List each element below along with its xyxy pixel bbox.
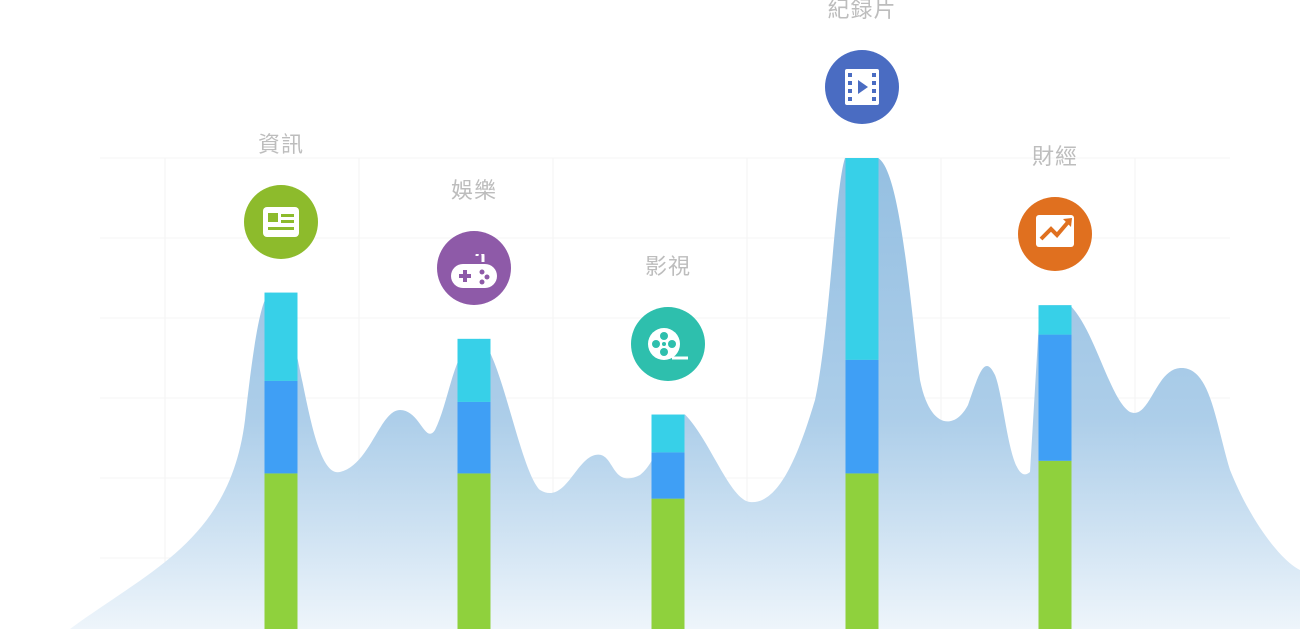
bar-segment-2 — [457, 401, 491, 474]
bar-segment-3 — [264, 292, 298, 381]
bar-segment-1 — [845, 473, 879, 629]
bar-segment-2 — [264, 380, 298, 474]
bar-segment-3 — [845, 158, 879, 360]
category-label: 影視 — [644, 254, 692, 280]
category-label: 資訊 — [257, 132, 305, 158]
bar-segment-1 — [457, 473, 491, 629]
bar-segment-2 — [845, 359, 879, 474]
video-icon — [825, 50, 899, 124]
chart-stage: 資訊娛樂影視 紀録片財經 — [0, 0, 1300, 629]
gamepad-icon — [437, 230, 511, 305]
bar-segment-1 — [264, 473, 298, 629]
category-label: 紀録片 — [827, 0, 897, 23]
bar-segment-2 — [1038, 334, 1072, 461]
category-label: 財經 — [1031, 145, 1079, 171]
bar-segment-1 — [651, 498, 685, 629]
bar-segment-1 — [1038, 460, 1072, 629]
bar-segment-3 — [651, 414, 685, 453]
category-label: 娛樂 — [450, 178, 498, 204]
film-reel-icon — [631, 306, 705, 381]
bar-segment-2 — [651, 452, 685, 499]
bar-segment-3 — [457, 338, 491, 402]
trend-chart-icon — [1018, 197, 1092, 272]
bar-segment-3 — [1038, 305, 1072, 335]
news-icon — [244, 184, 318, 259]
